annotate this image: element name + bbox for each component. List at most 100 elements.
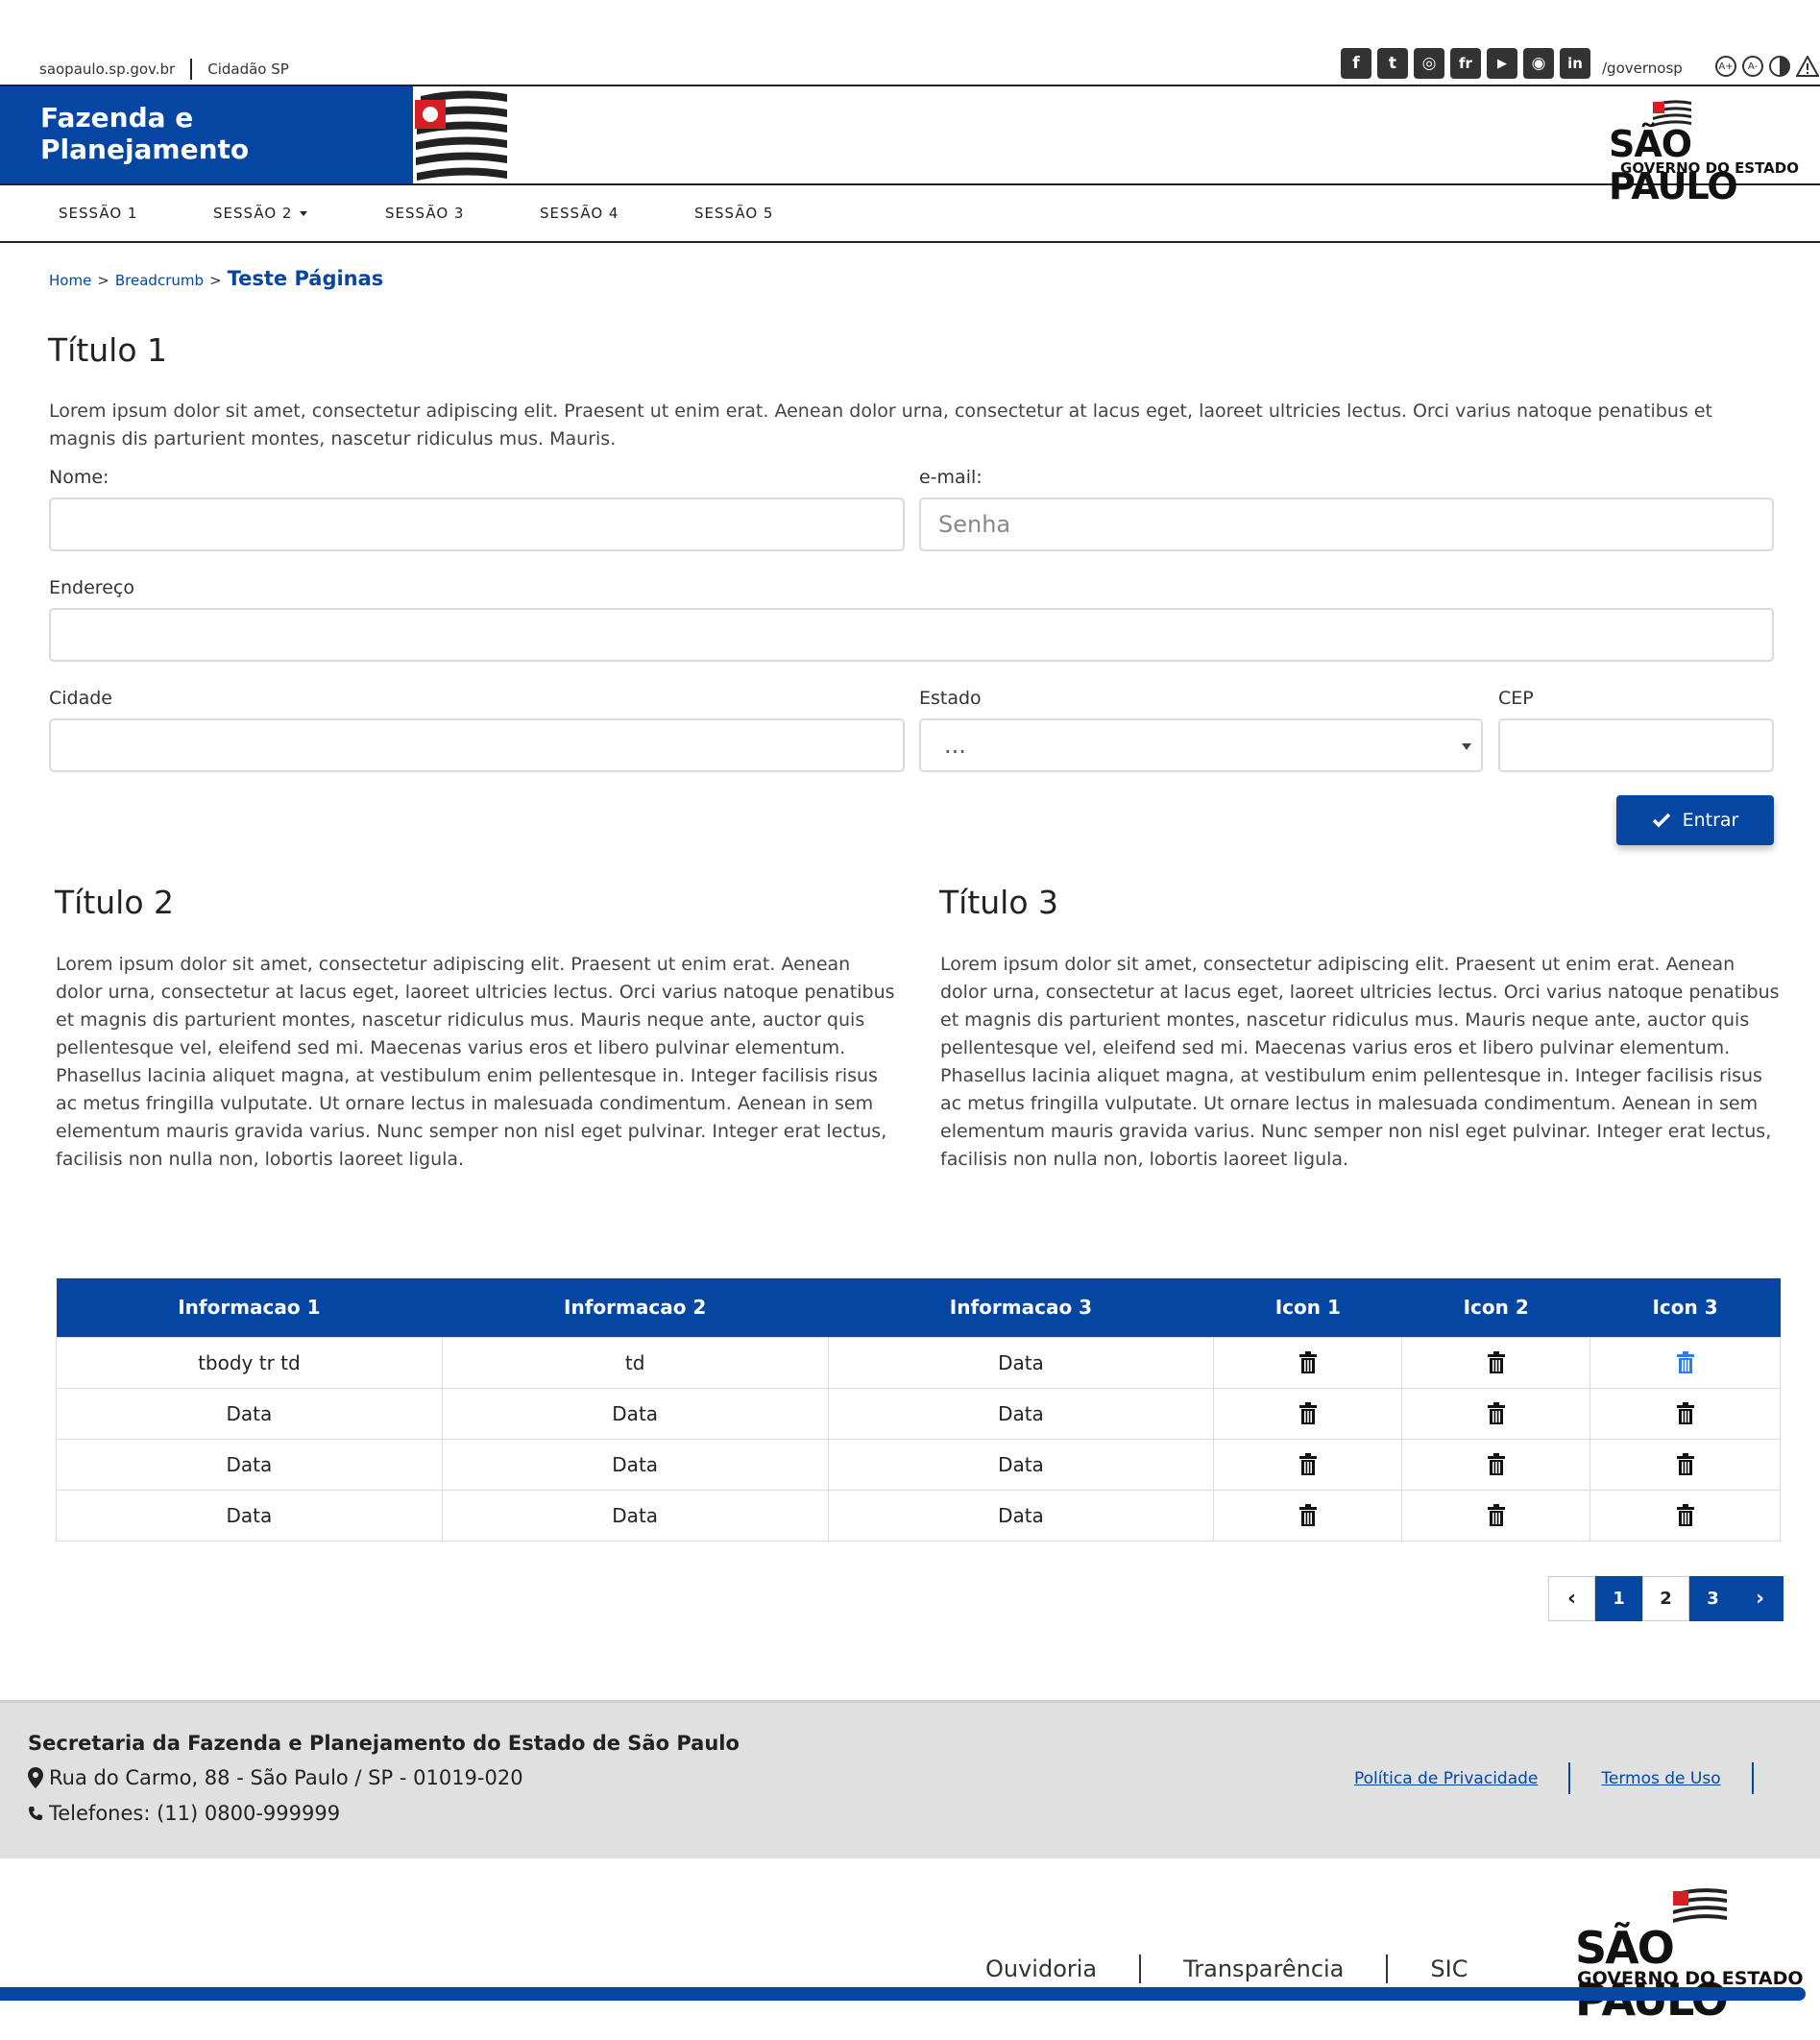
twitter-icon[interactable]: t: [1377, 48, 1408, 79]
table-icon-cell: [1589, 1336, 1781, 1389]
font-increase-icon[interactable]: A+: [1715, 56, 1736, 77]
column-header: Icon 1: [1213, 1278, 1402, 1337]
brand-box[interactable]: Fazenda e Planejamento: [0, 86, 507, 183]
linkedin-icon[interactable]: in: [1560, 48, 1590, 79]
address-text: Rua do Carmo, 88 - São Paulo / SP - 0101…: [49, 1766, 523, 1789]
cep-input[interactable]: [1498, 718, 1774, 772]
nome-label: Nome:: [49, 467, 109, 488]
sp-flag-icon: [413, 86, 507, 183]
periscope-icon[interactable]: ◉: [1523, 48, 1554, 79]
cidadao-link[interactable]: Cidadão SP: [207, 61, 289, 78]
table-icon-cell: [1213, 1387, 1403, 1440]
logo-subtitle: GOVERNO DO ESTADO: [1577, 1968, 1804, 1989]
top-links: saopaulo.sp.gov.br Cidadão SP: [39, 59, 289, 80]
trash-icon[interactable]: [1298, 1401, 1318, 1425]
trash-icon[interactable]: [1676, 1350, 1695, 1374]
breadcrumb: Home > Breadcrumb > Teste Páginas: [49, 267, 383, 290]
table-cell: Data: [56, 1438, 443, 1491]
brand-name: Fazenda e Planejamento: [40, 102, 249, 165]
youtube-icon[interactable]: ▶: [1487, 48, 1517, 79]
table-row: Data Data Data: [56, 1489, 1781, 1542]
cidade-label: Cidade: [49, 688, 112, 709]
site-link[interactable]: saopaulo.sp.gov.br: [39, 61, 175, 78]
logo-subtitle: GOVERNO DO ESTADO: [1620, 159, 1799, 177]
brand-line-1: Fazenda e: [40, 102, 194, 134]
privacy-link[interactable]: Política de Privacidade: [1354, 1769, 1538, 1788]
section-2-title: Título 2: [55, 884, 175, 921]
email-input[interactable]: [919, 498, 1774, 551]
divider: [1751, 1762, 1754, 1794]
nav-item-sessao-4[interactable]: SESSÃO 4: [540, 205, 619, 222]
warning-icon[interactable]: [1796, 56, 1819, 77]
table-cell: Data: [441, 1387, 829, 1440]
terms-link[interactable]: Termos de Uso: [1601, 1769, 1720, 1788]
endereco-input[interactable]: [49, 608, 1774, 662]
email-label: e-mail:: [919, 467, 983, 488]
flickr-icon[interactable]: fr: [1450, 48, 1481, 79]
footer-phone: Telefones: (11) 0800-999999: [28, 1802, 340, 1825]
font-decrease-icon[interactable]: A-: [1742, 56, 1763, 77]
column-header: Icon 2: [1401, 1278, 1590, 1337]
breadcrumb-home[interactable]: Home: [49, 272, 91, 289]
entrar-button[interactable]: Entrar: [1616, 795, 1774, 845]
trash-icon[interactable]: [1487, 1503, 1506, 1527]
accessibility-tools: A+ A-: [1715, 56, 1819, 77]
trash-icon[interactable]: [1487, 1452, 1506, 1476]
table-icon-cell: [1213, 1336, 1403, 1389]
entrar-label: Entrar: [1682, 810, 1739, 831]
instagram-icon[interactable]: ◎: [1414, 48, 1444, 79]
table-cell: Data: [827, 1387, 1215, 1440]
sao-paulo-logo-footer[interactable]: SÃO PAULO GOVERNO DO ESTADO: [1573, 1888, 1804, 2026]
table-icon-cell: [1589, 1489, 1781, 1542]
footer-links: Política de Privacidade Termos de Uso: [1354, 1762, 1784, 1794]
table-icon-cell: [1589, 1438, 1781, 1491]
trash-icon[interactable]: [1676, 1503, 1695, 1527]
estado-select[interactable]: ...: [919, 718, 1483, 772]
page-title: Título 1: [48, 331, 168, 369]
page-2-button[interactable]: 2: [1642, 1576, 1689, 1621]
table-icon-cell: [1213, 1438, 1403, 1491]
next-page-button[interactable]: ›: [1736, 1576, 1784, 1621]
ouvidoria-link[interactable]: Ouvidoria: [985, 1955, 1097, 1982]
footer-address: Rua do Carmo, 88 - São Paulo / SP - 0101…: [28, 1766, 523, 1789]
sic-link[interactable]: SIC: [1430, 1955, 1468, 1982]
trash-icon[interactable]: [1487, 1401, 1506, 1425]
bottom-bar: Ouvidoria Transparência SIC SÃO PAULO GO…: [0, 1858, 1820, 2040]
nav-item-sessao-2[interactable]: SESSÃO 2: [213, 205, 308, 222]
social-links: f t ◎ fr ▶ ◉ in /governosp: [1341, 48, 1683, 79]
page-3-button[interactable]: 3: [1689, 1576, 1736, 1621]
nav-item-sessao-1[interactable]: SESSÃO 1: [59, 205, 137, 222]
phone-text: Telefones: (11) 0800-999999: [49, 1802, 341, 1825]
column-header: Informacao 2: [442, 1278, 829, 1337]
nav-item-sessao-5[interactable]: SESSÃO 5: [694, 205, 773, 222]
prev-page-button[interactable]: ‹: [1548, 1576, 1595, 1621]
contrast-icon[interactable]: [1769, 56, 1790, 77]
nav-item-sessao-3[interactable]: SESSÃO 3: [385, 205, 464, 222]
breadcrumb-mid[interactable]: Breadcrumb: [115, 272, 204, 289]
cidade-input[interactable]: [49, 718, 905, 772]
breadcrumb-separator: >: [209, 272, 222, 289]
trash-icon[interactable]: [1298, 1503, 1318, 1527]
table-cell: Data: [827, 1489, 1215, 1542]
chevron-down-icon: [1462, 743, 1471, 750]
brand-line-2: Planejamento: [40, 134, 250, 165]
transparencia-link[interactable]: Transparência: [1183, 1955, 1344, 1982]
bottom-links: Ouvidoria Transparência SIC: [985, 1955, 1468, 1983]
nome-input[interactable]: [49, 498, 905, 551]
table-header-row: Informacao 1 Informacao 2 Informacao 3 I…: [56, 1278, 1781, 1337]
facebook-icon[interactable]: f: [1341, 48, 1371, 79]
main-nav: SESSÃO 1 SESSÃO 2 SESSÃO 3 SESSÃO 4 SESS…: [0, 185, 1820, 243]
table-icon-cell: [1401, 1489, 1591, 1542]
table-cell: td: [441, 1336, 829, 1389]
trash-icon[interactable]: [1676, 1452, 1695, 1476]
trash-icon[interactable]: [1487, 1350, 1506, 1374]
page-1-button[interactable]: 1: [1595, 1576, 1642, 1621]
trash-icon[interactable]: [1298, 1350, 1318, 1374]
trash-icon[interactable]: [1676, 1401, 1695, 1425]
sao-paulo-logo[interactable]: SÃO PAULO GOVERNO DO ESTADO: [1609, 94, 1801, 207]
divider: [1139, 1955, 1142, 1983]
intro-paragraph: Lorem ipsum dolor sit amet, consectetur …: [49, 401, 1712, 449]
cep-label: CEP: [1498, 688, 1534, 709]
table-row: Data Data Data: [56, 1387, 1781, 1440]
trash-icon[interactable]: [1298, 1452, 1318, 1476]
